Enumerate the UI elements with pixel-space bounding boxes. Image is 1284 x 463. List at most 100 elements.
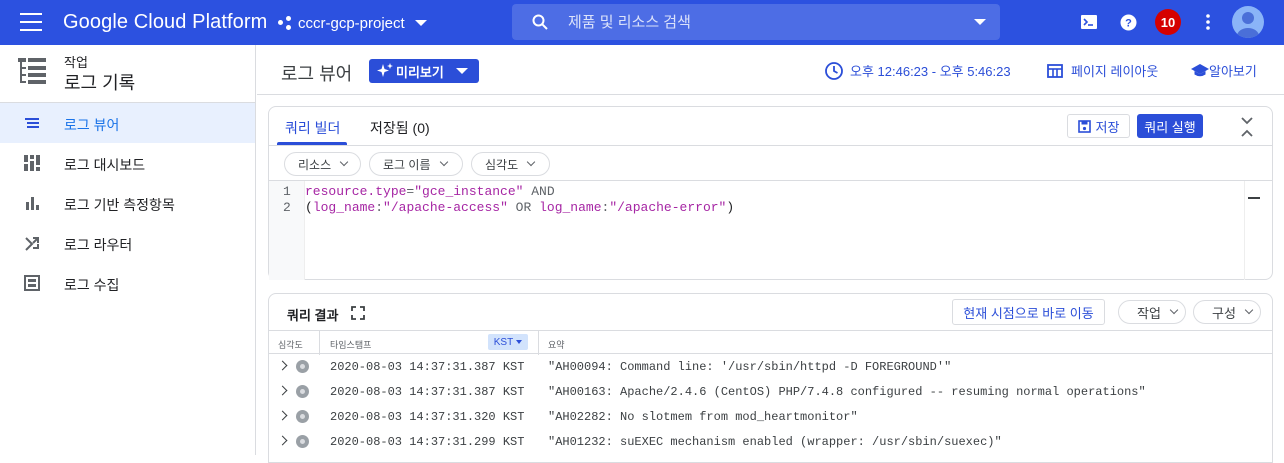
project-selector[interactable]: cccr-gcp-project — [278, 10, 427, 36]
column-divider — [538, 331, 539, 355]
run-query-button[interactable]: 쿼리 실행 — [1137, 114, 1203, 138]
query-line-1: resource.type="gce_instance" AND — [305, 184, 555, 199]
row-timestamp: 2020-08-03 14:37:31.320 KST — [330, 410, 525, 424]
table-row[interactable]: 2020-08-03 14:37:31.299 KST "AH01232: su… — [269, 429, 1272, 454]
sidebar-item-metrics[interactable]: 로그 기반 측정항목 — [0, 183, 255, 223]
expand-icon[interactable] — [277, 360, 288, 371]
learn-label: 알아보기 — [1209, 64, 1257, 79]
severity-filter[interactable]: 심각도 — [471, 152, 550, 176]
bar-chart-icon — [26, 197, 39, 210]
search-input[interactable] — [568, 13, 948, 31]
table-row[interactable]: 2020-08-03 14:37:31.387 KST "AH00163: Ap… — [269, 379, 1272, 404]
search-dropdown-icon[interactable] — [974, 19, 986, 25]
time-range-text: 오후 12:46:23 - 오후 5:46:23 — [850, 64, 1011, 79]
save-icon — [1077, 119, 1091, 133]
column-header-summary[interactable]: 요약 — [548, 338, 565, 351]
list-icon — [25, 118, 39, 128]
table-row[interactable]: 2020-08-03 14:37:31.387 KST "AH00094: Co… — [269, 354, 1272, 379]
table-row[interactable]: 2020-08-03 14:37:31.320 KST "AH02282: No… — [269, 404, 1272, 429]
search-icon — [532, 14, 548, 30]
caret-down-icon — [414, 20, 427, 26]
svg-text:?: ? — [1125, 17, 1132, 29]
page-header: 로그 뷰어 미리보기 오후 12:46:23 - 오후 5:46:23 페이지 … — [257, 45, 1284, 95]
brand-title[interactable]: Google Cloud Platform — [63, 11, 267, 34]
learn-button[interactable]: 알아보기 — [1191, 61, 1257, 80]
preview-button[interactable]: 미리보기 — [369, 59, 479, 83]
help-icon[interactable]: ? — [1118, 12, 1138, 32]
time-range-selector[interactable]: 오후 12:46:23 - 오후 5:46:23 — [825, 61, 1011, 80]
severity-default-icon — [296, 385, 309, 398]
query-line-2: (log_name:"/apache-access" OR log_name:"… — [305, 200, 734, 215]
collapse-icon[interactable] — [1239, 116, 1255, 138]
sidebar-item-label: 로그 라우터 — [64, 237, 133, 253]
query-field: log_name — [312, 200, 376, 215]
query-field: log_name — [539, 200, 602, 215]
logging-icon — [18, 58, 46, 84]
sidebar-item-label: 로그 수집 — [64, 277, 120, 293]
chevron-down-icon — [339, 157, 349, 167]
caret-down-icon — [516, 340, 523, 344]
school-icon — [1191, 63, 1209, 76]
query-results-card: 쿼리 결과 현재 시점으로 바로 이동 작업 구성 심각도 타임스탬프 KST … — [268, 293, 1273, 463]
save-label: 저장 — [1095, 119, 1120, 135]
storage-icon — [24, 275, 40, 291]
jump-to-now-button[interactable]: 현재 시점으로 바로 이동 — [952, 299, 1105, 325]
cloud-shell-icon[interactable] — [1079, 12, 1099, 32]
column-header-severity[interactable]: 심각도 — [278, 338, 303, 351]
query-paren: ( — [305, 200, 313, 215]
query-keyword: AND — [523, 184, 555, 199]
row-summary: "AH00163: Apache/2.4.6 (CentOS) PHP/7.4.… — [548, 385, 1146, 399]
sidebar-item-dashboard[interactable]: 로그 대시보드 — [0, 143, 255, 183]
expand-icon[interactable] — [277, 435, 288, 446]
project-name: cccr-gcp-project — [298, 14, 405, 32]
row-summary: "AH00094: Command line: '/usr/sbin/httpd… — [548, 360, 952, 374]
filter-label: 리소스 — [298, 157, 332, 172]
chevron-down-icon — [439, 157, 448, 167]
expand-icon[interactable] — [277, 410, 288, 421]
router-icon — [25, 237, 39, 251]
menu-icon[interactable] — [20, 13, 42, 31]
caret-down-icon — [455, 68, 468, 74]
editor-scrollbar[interactable] — [1244, 181, 1260, 280]
resource-filter[interactable]: 리소스 — [284, 152, 361, 176]
notifications-badge[interactable]: 10 — [1155, 9, 1181, 35]
tab-saved[interactable]: 저장됨 (0) — [370, 118, 430, 138]
query-keyword: OR — [507, 200, 540, 215]
column-divider — [319, 331, 320, 355]
page-layout-button[interactable]: 페이지 레이아웃 — [1047, 61, 1158, 80]
timezone-label: KST — [493, 336, 514, 348]
sidebar-item-router[interactable]: 로그 라우터 — [0, 223, 255, 263]
line-number: 1 — [283, 184, 291, 199]
query-operator: : — [375, 200, 384, 215]
column-header-timestamp[interactable]: 타임스탬프 — [330, 338, 371, 351]
query-paren: ) — [726, 200, 735, 215]
clock-icon — [825, 61, 843, 80]
layout-icon — [1047, 63, 1063, 78]
row-timestamp: 2020-08-03 14:37:31.387 KST — [330, 385, 525, 399]
query-value: "/apache-error" — [609, 200, 727, 215]
more-vert-icon[interactable] — [1198, 12, 1218, 32]
line-number-gutter: 1 2 — [269, 181, 305, 280]
query-value: "gce_instance" — [414, 184, 524, 199]
preview-label: 미리보기 — [396, 64, 444, 80]
account-avatar[interactable] — [1232, 6, 1264, 38]
configure-menu[interactable]: 구성 — [1193, 300, 1261, 324]
expand-icon[interactable] — [277, 385, 288, 396]
page-title: 로그 뷰어 — [281, 64, 353, 84]
query-editor[interactable]: 1 2 resource.type="gce_instance" AND (lo… — [269, 180, 1272, 280]
row-summary: "AH01232: suEXEC mechanism enabled (wrap… — [548, 435, 1002, 449]
chevron-down-icon — [1244, 305, 1254, 315]
tab-query-builder[interactable]: 쿼리 빌더 — [285, 118, 340, 138]
fullscreen-icon[interactable] — [351, 306, 365, 320]
sidebar-item-ingestion[interactable]: 로그 수집 — [0, 263, 255, 303]
search-bar[interactable] — [512, 4, 1000, 40]
sidebar-item-log-viewer[interactable]: 로그 뷰어 — [0, 103, 255, 143]
save-button[interactable]: 저장 — [1067, 114, 1130, 138]
project-dots-icon — [278, 16, 292, 30]
log-name-filter[interactable]: 로그 이름 — [369, 152, 463, 176]
timezone-selector[interactable]: KST — [488, 334, 528, 350]
actions-menu[interactable]: 작업 — [1118, 300, 1186, 324]
page-layout-label: 페이지 레이아웃 — [1071, 64, 1159, 79]
row-summary: "AH02282: No slotmem from mod_heartmonit… — [548, 410, 858, 424]
filter-label: 심각도 — [485, 157, 519, 172]
